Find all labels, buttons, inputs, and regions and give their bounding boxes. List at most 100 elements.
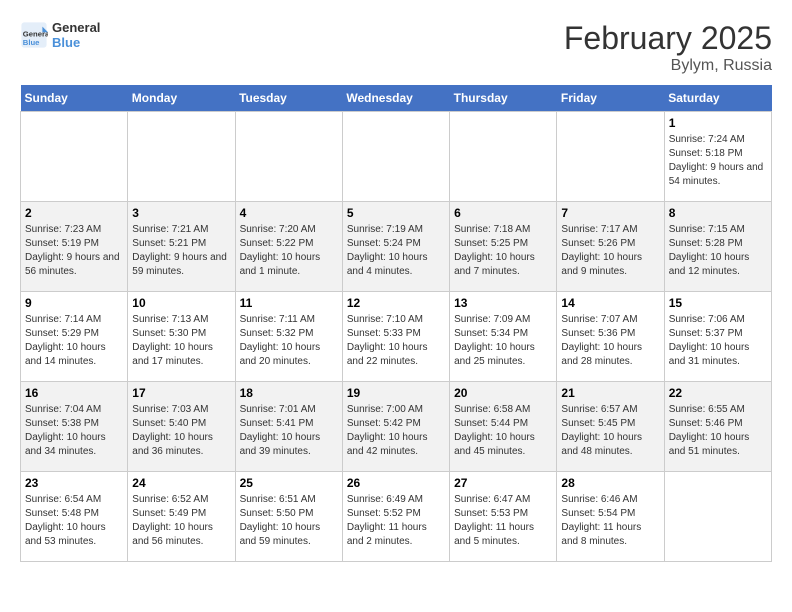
logo: General Blue General Blue: [20, 20, 100, 50]
calendar-cell: 17Sunrise: 7:03 AM Sunset: 5:40 PM Dayli…: [128, 382, 235, 472]
day-number: 24: [132, 476, 230, 490]
day-number: 7: [561, 206, 659, 220]
day-info: Sunrise: 6:47 AM Sunset: 5:53 PM Dayligh…: [454, 493, 552, 549]
week-row-3: 9 Sunrise: 7:14 AM Sunset: 5:29 PM Daylig…: [21, 292, 772, 382]
week-row-4: 16Sunrise: 7:04 AM Sunset: 5:38 PM Dayli…: [21, 382, 772, 472]
calendar-cell: 12 Sunrise: 7:10 AM Sunset: 5:33 PM Dayli…: [342, 292, 449, 382]
calendar-cell: 1 Sunrise: 7:24 AM Sunset: 5:18 PM Daylig…: [664, 112, 771, 202]
day-info: Sunrise: 7:18 AM Sunset: 5:25 PM Dayligh…: [454, 223, 552, 279]
calendar-cell: [342, 112, 449, 202]
day-number: 4: [240, 206, 338, 220]
calendar-cell: 5Sunrise: 7:19 AM Sunset: 5:24 PM Daylig…: [342, 202, 449, 292]
day-number: 21: [561, 386, 659, 400]
day-number: 17: [132, 386, 230, 400]
calendar-cell: 4 Sunrise: 7:20 AM Sunset: 5:22 PM Daylig…: [235, 202, 342, 292]
day-number: 1: [669, 116, 767, 130]
calendar-cell: [664, 472, 771, 562]
calendar-table: SundayMondayTuesdayWednesdayThursdayFrid…: [20, 85, 772, 562]
day-info: Sunrise: 6:54 AM Sunset: 5:48 PM Dayligh…: [25, 493, 123, 549]
header-sunday: Sunday: [21, 85, 128, 112]
calendar-cell: 7 Sunrise: 7:17 AM Sunset: 5:26 PM Daylig…: [557, 202, 664, 292]
calendar-cell: 15 Sunrise: 7:06 AM Sunset: 5:37 PM Dayli…: [664, 292, 771, 382]
day-number: 2: [25, 206, 123, 220]
calendar-cell: 25Sunrise: 6:51 AM Sunset: 5:50 PM Dayli…: [235, 472, 342, 562]
day-number: 19: [347, 386, 445, 400]
title-block: February 2025 Bylym, Russia: [564, 20, 772, 75]
header-wednesday: Wednesday: [342, 85, 449, 112]
day-number: 9: [25, 296, 123, 310]
day-number: 10: [132, 296, 230, 310]
calendar-cell: 10 Sunrise: 7:13 AM Sunset: 5:30 PM Dayli…: [128, 292, 235, 382]
calendar-cell: 16Sunrise: 7:04 AM Sunset: 5:38 PM Dayli…: [21, 382, 128, 472]
day-info: Sunrise: 7:21 AM Sunset: 5:21 PM Dayligh…: [132, 223, 230, 279]
location-subtitle: Bylym, Russia: [564, 57, 772, 75]
calendar-cell: 22 Sunrise: 6:55 AM Sunset: 5:46 PM Dayli…: [664, 382, 771, 472]
calendar-cell: [557, 112, 664, 202]
day-number: 3: [132, 206, 230, 220]
day-info: Sunrise: 7:17 AM Sunset: 5:26 PM Dayligh…: [561, 223, 659, 279]
day-number: 13: [454, 296, 552, 310]
calendar-cell: 9 Sunrise: 7:14 AM Sunset: 5:29 PM Daylig…: [21, 292, 128, 382]
week-row-1: 1 Sunrise: 7:24 AM Sunset: 5:18 PM Daylig…: [21, 112, 772, 202]
calendar-cell: 20 Sunrise: 6:58 AM Sunset: 5:44 PM Dayli…: [450, 382, 557, 472]
calendar-header-row: SundayMondayTuesdayWednesdayThursdayFrid…: [21, 85, 772, 112]
calendar-cell: [21, 112, 128, 202]
day-number: 22: [669, 386, 767, 400]
day-number: 20: [454, 386, 552, 400]
day-number: 11: [240, 296, 338, 310]
calendar-cell: 14 Sunrise: 7:07 AM Sunset: 5:36 PM Dayli…: [557, 292, 664, 382]
day-number: 16: [25, 386, 123, 400]
calendar-cell: [450, 112, 557, 202]
day-number: 6: [454, 206, 552, 220]
calendar-cell: 8 Sunrise: 7:15 AM Sunset: 5:28 PM Daylig…: [664, 202, 771, 292]
header-tuesday: Tuesday: [235, 85, 342, 112]
day-info: Sunrise: 7:10 AM Sunset: 5:33 PM Dayligh…: [347, 313, 445, 369]
day-info: Sunrise: 7:01 AM Sunset: 5:41 PM Dayligh…: [240, 403, 338, 459]
header-friday: Friday: [557, 85, 664, 112]
day-number: 28: [561, 476, 659, 490]
calendar-cell: 23 Sunrise: 6:54 AM Sunset: 5:48 PM Dayli…: [21, 472, 128, 562]
day-number: 15: [669, 296, 767, 310]
calendar-cell: 19 Sunrise: 7:00 AM Sunset: 5:42 PM Dayli…: [342, 382, 449, 472]
calendar-cell: [128, 112, 235, 202]
day-info: Sunrise: 6:55 AM Sunset: 5:46 PM Dayligh…: [669, 403, 767, 459]
day-info: Sunrise: 6:46 AM Sunset: 5:54 PM Dayligh…: [561, 493, 659, 549]
calendar-cell: 11 Sunrise: 7:11 AM Sunset: 5:32 PM Dayli…: [235, 292, 342, 382]
day-number: 12: [347, 296, 445, 310]
day-info: Sunrise: 7:13 AM Sunset: 5:30 PM Dayligh…: [132, 313, 230, 369]
day-number: 23: [25, 476, 123, 490]
header-thursday: Thursday: [450, 85, 557, 112]
week-row-2: 2 Sunrise: 7:23 AM Sunset: 5:19 PM Daylig…: [21, 202, 772, 292]
day-number: 25: [240, 476, 338, 490]
logo-icon: General Blue: [20, 21, 48, 49]
day-info: Sunrise: 7:24 AM Sunset: 5:18 PM Dayligh…: [669, 133, 767, 189]
day-number: 27: [454, 476, 552, 490]
day-info: Sunrise: 6:58 AM Sunset: 5:44 PM Dayligh…: [454, 403, 552, 459]
month-title: February 2025: [564, 20, 772, 57]
day-info: Sunrise: 7:14 AM Sunset: 5:29 PM Dayligh…: [25, 313, 123, 369]
page-header: General Blue General Blue February 2025 …: [20, 20, 772, 75]
day-info: Sunrise: 6:49 AM Sunset: 5:52 PM Dayligh…: [347, 493, 445, 549]
day-info: Sunrise: 7:06 AM Sunset: 5:37 PM Dayligh…: [669, 313, 767, 369]
day-info: Sunrise: 7:15 AM Sunset: 5:28 PM Dayligh…: [669, 223, 767, 279]
calendar-cell: 2 Sunrise: 7:23 AM Sunset: 5:19 PM Daylig…: [21, 202, 128, 292]
day-number: 8: [669, 206, 767, 220]
svg-text:Blue: Blue: [23, 38, 40, 47]
day-info: Sunrise: 7:00 AM Sunset: 5:42 PM Dayligh…: [347, 403, 445, 459]
day-info: Sunrise: 7:11 AM Sunset: 5:32 PM Dayligh…: [240, 313, 338, 369]
day-info: Sunrise: 7:07 AM Sunset: 5:36 PM Dayligh…: [561, 313, 659, 369]
calendar-cell: 13 Sunrise: 7:09 AM Sunset: 5:34 PM Dayli…: [450, 292, 557, 382]
logo-general: General: [52, 20, 100, 35]
calendar-cell: 21Sunrise: 6:57 AM Sunset: 5:45 PM Dayli…: [557, 382, 664, 472]
day-info: Sunrise: 7:09 AM Sunset: 5:34 PM Dayligh…: [454, 313, 552, 369]
week-row-5: 23 Sunrise: 6:54 AM Sunset: 5:48 PM Dayli…: [21, 472, 772, 562]
day-number: 26: [347, 476, 445, 490]
calendar-cell: 3 Sunrise: 7:21 AM Sunset: 5:21 PM Daylig…: [128, 202, 235, 292]
day-info: Sunrise: 7:20 AM Sunset: 5:22 PM Dayligh…: [240, 223, 338, 279]
day-info: Sunrise: 7:23 AM Sunset: 5:19 PM Dayligh…: [25, 223, 123, 279]
day-number: 14: [561, 296, 659, 310]
calendar-cell: 24 Sunrise: 6:52 AM Sunset: 5:49 PM Dayli…: [128, 472, 235, 562]
header-monday: Monday: [128, 85, 235, 112]
calendar-cell: 26 Sunrise: 6:49 AM Sunset: 5:52 PM Dayli…: [342, 472, 449, 562]
day-info: Sunrise: 6:52 AM Sunset: 5:49 PM Dayligh…: [132, 493, 230, 549]
